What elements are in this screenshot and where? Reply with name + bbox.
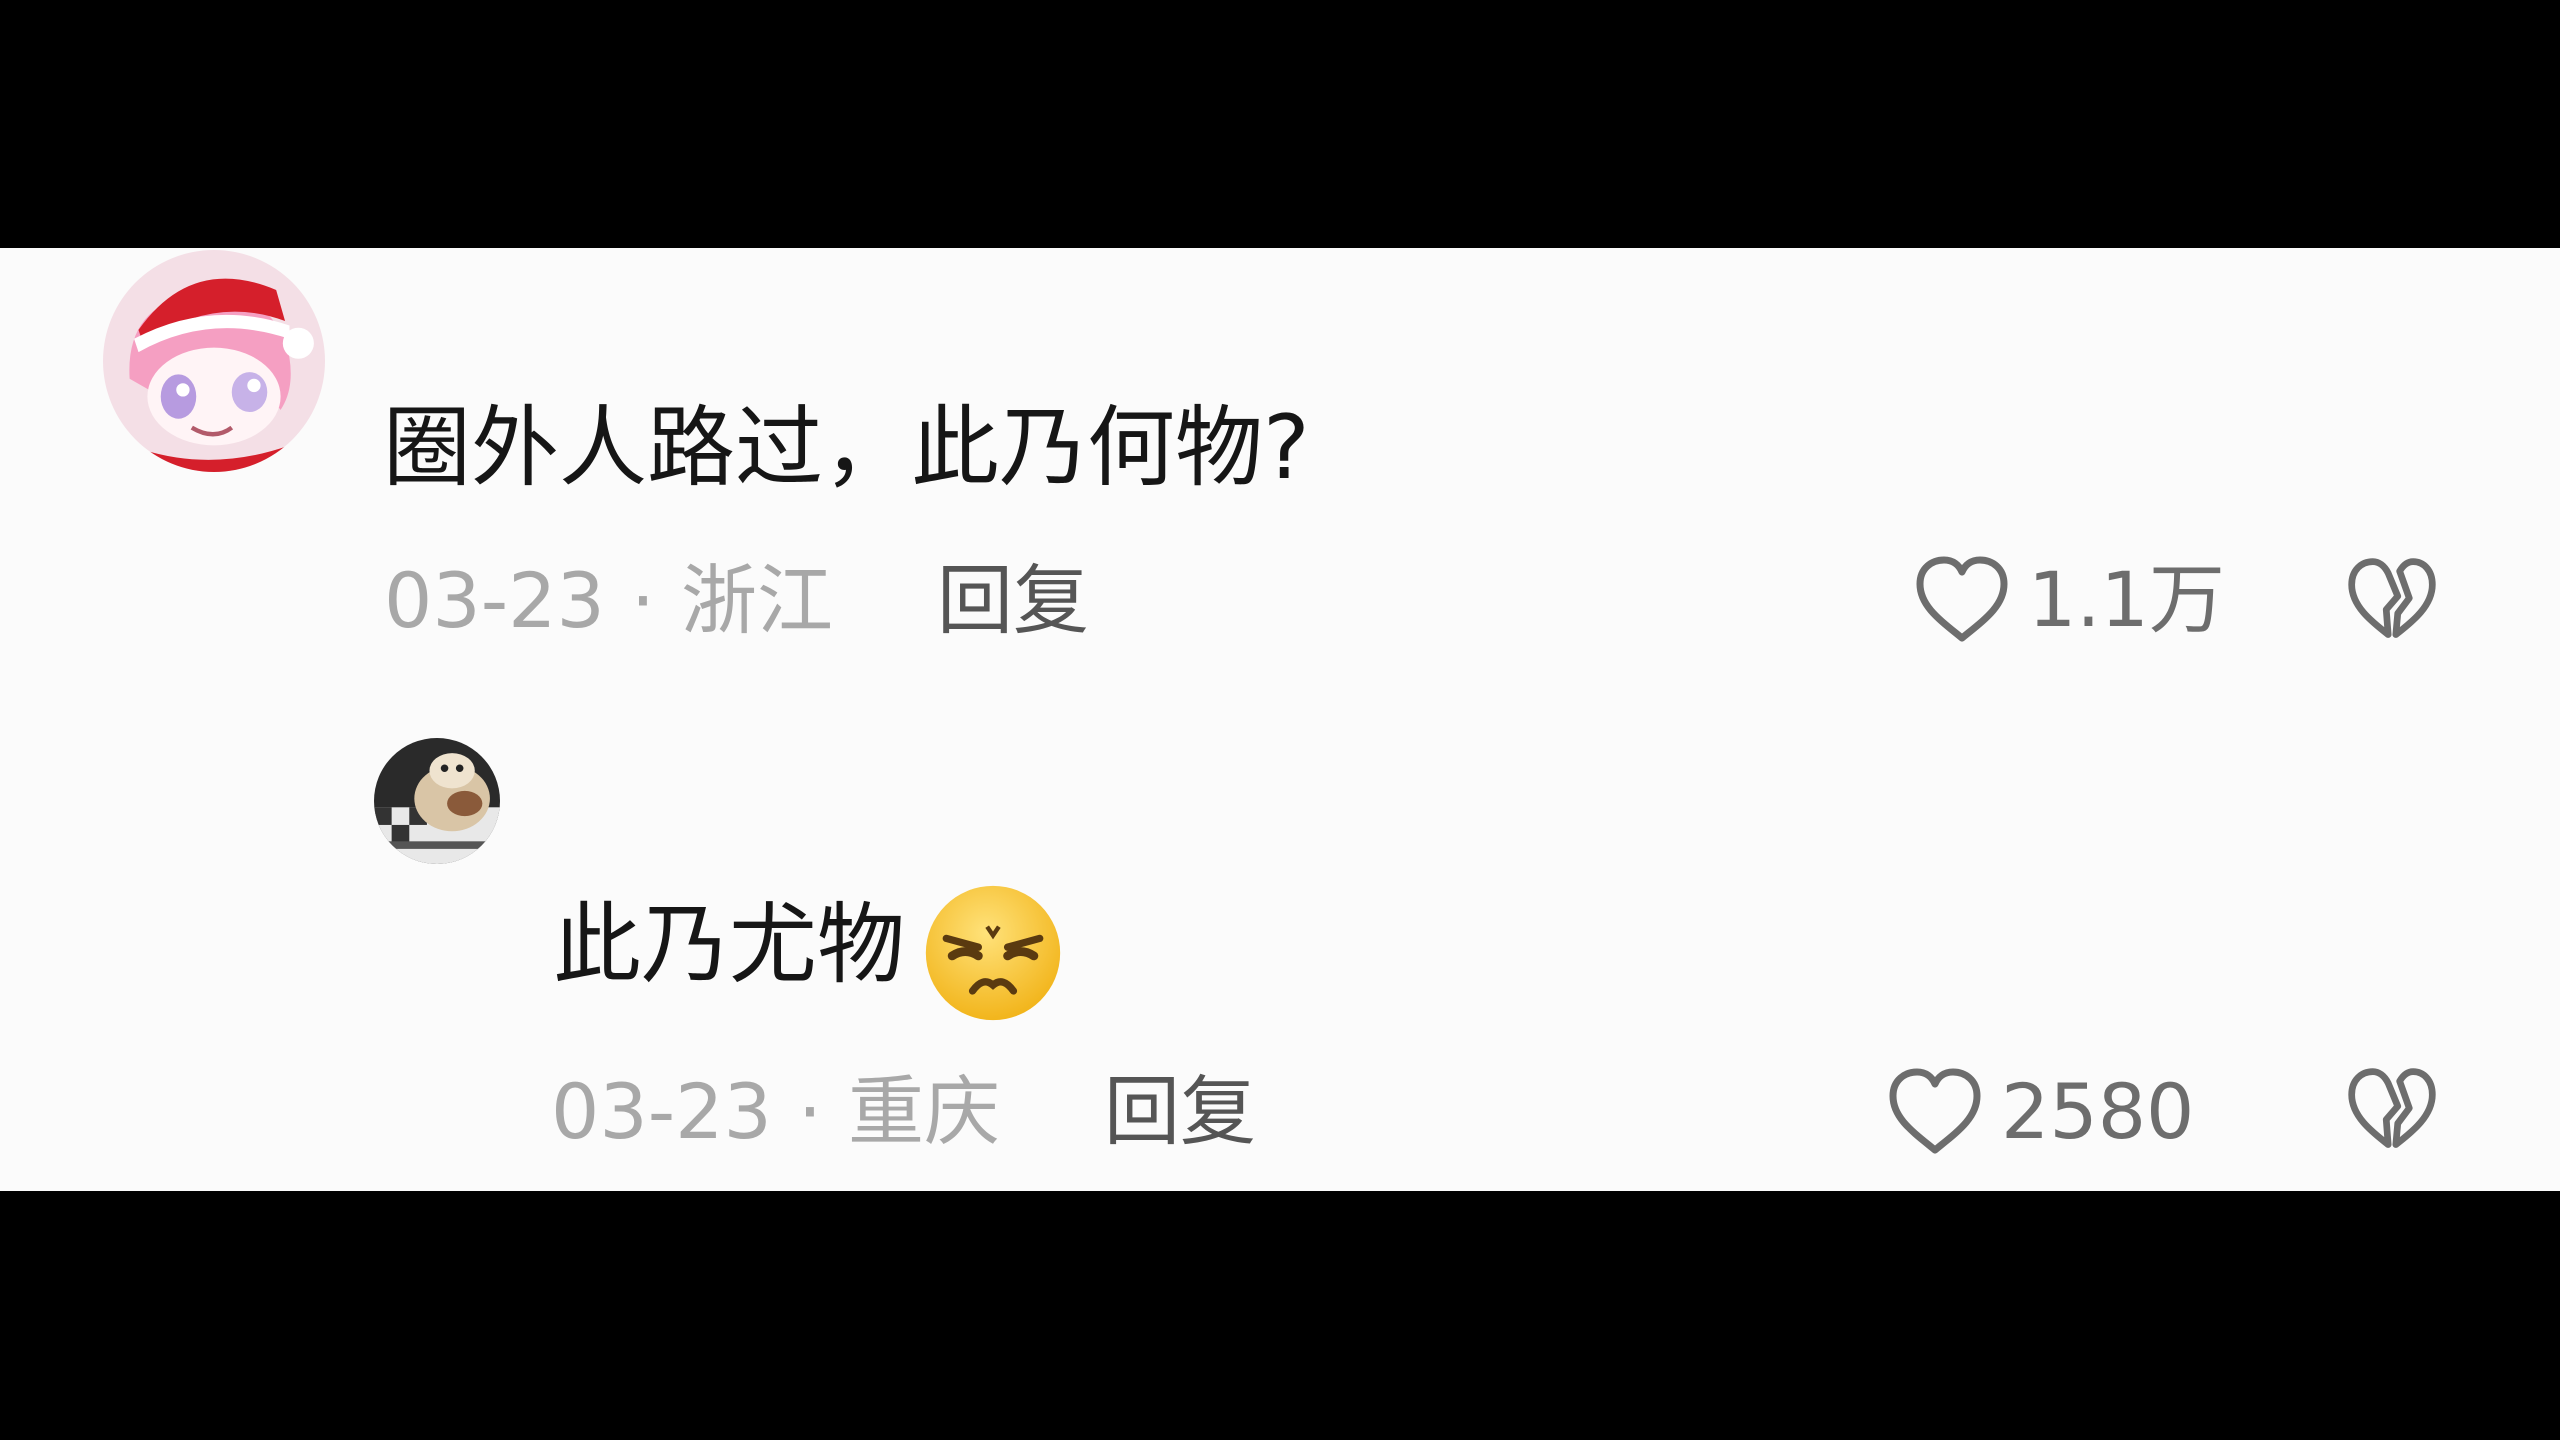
reply-button[interactable]: 回复: [937, 556, 1089, 645]
like-button[interactable]: 2580: [1885, 1064, 2194, 1160]
letterbox-bottom: [0, 1191, 2560, 1440]
broken-heart-icon: [2348, 558, 2436, 638]
comment-panel: [0, 248, 2560, 1191]
letterbox-top: [0, 0, 2560, 248]
reply-text: 此乃尤物: [553, 893, 906, 996]
like-count: 2580: [2001, 1067, 2195, 1156]
dislike-button[interactable]: [2344, 1062, 2440, 1158]
reply-meta: 03-23 · 重庆 回复: [551, 1067, 1256, 1157]
heart-outline-icon: [1889, 1068, 1981, 1154]
comment-text: 圈外人路过，此乃何物?: [383, 396, 1310, 499]
meta-separator: ·: [630, 556, 656, 645]
meta-separator: ·: [797, 1067, 823, 1156]
reply-location: 重庆: [848, 1067, 1001, 1156]
comment-location: 浙江: [681, 556, 834, 645]
commenter-avatar[interactable]: [103, 250, 325, 472]
reply-button[interactable]: 回复: [1104, 1067, 1256, 1156]
broken-heart-icon: [2348, 1068, 2436, 1148]
dislike-button[interactable]: [2344, 552, 2440, 648]
replier-avatar[interactable]: [374, 738, 500, 864]
like-count: 1.1万: [2028, 555, 2225, 644]
disgruntled-face-emoji: [920, 880, 1066, 1026]
like-button[interactable]: 1.1万: [1912, 552, 2225, 648]
comment-meta: 03-23 · 浙江 回复: [384, 556, 1089, 646]
reply-date: 03-23: [551, 1067, 772, 1156]
comment-date: 03-23: [384, 556, 605, 645]
heart-outline-icon: [1916, 556, 2008, 642]
